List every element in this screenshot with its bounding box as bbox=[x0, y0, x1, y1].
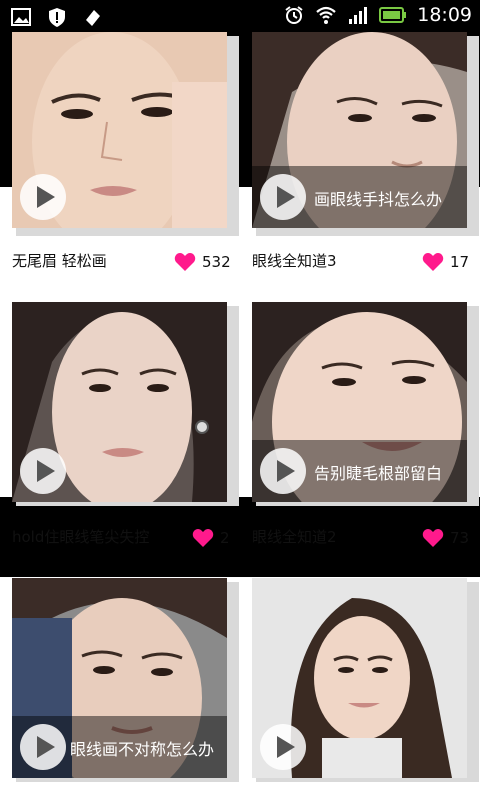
status-bar: 18:09 bbox=[0, 0, 480, 32]
alert-shield-icon bbox=[49, 8, 65, 27]
video-overlay-text: 告别睫毛根部留白 bbox=[314, 464, 443, 483]
video-feed[interactable]: 画眼线手抖怎么办 无尾眉 轻松画 532 眼线全知道3 17 告别睫毛根部留白 … bbox=[0, 32, 480, 800]
image-icon bbox=[11, 8, 31, 26]
video-title[interactable]: 无尾眉 轻松画 bbox=[12, 250, 107, 271]
video-title[interactable]: 眼线全知道2 bbox=[252, 526, 337, 547]
video-thumbnail[interactable] bbox=[12, 32, 227, 228]
status-time: 18:09 bbox=[417, 4, 472, 26]
like-count-value: 73 bbox=[450, 529, 470, 547]
play-button[interactable] bbox=[260, 724, 306, 770]
usb-debug-icon bbox=[86, 10, 100, 26]
signal-icon bbox=[349, 7, 368, 24]
video-title[interactable]: 眼线全知道3 bbox=[252, 250, 337, 271]
video-overlay-text: 画眼线手抖怎么办 bbox=[314, 190, 443, 209]
like-count-value: 2 bbox=[220, 529, 230, 547]
like-count-value: 17 bbox=[450, 253, 470, 271]
video-thumbnail[interactable]: 画眼线手抖怎么办 bbox=[252, 32, 467, 228]
video-overlay-text: 眼线画不对称怎么办 bbox=[70, 740, 215, 759]
play-button[interactable] bbox=[20, 448, 66, 494]
video-thumbnail[interactable]: 眼线画不对称怎么办 bbox=[12, 578, 227, 778]
heart-icon[interactable] bbox=[422, 252, 444, 272]
alarm-icon bbox=[285, 6, 303, 24]
heart-icon[interactable] bbox=[174, 252, 196, 272]
video-thumbnail[interactable]: 告别睫毛根部留白 bbox=[252, 302, 467, 502]
play-button[interactable] bbox=[260, 448, 306, 494]
like-count-value: 532 bbox=[202, 253, 231, 271]
like-count[interactable]: 73 bbox=[422, 528, 469, 548]
play-button[interactable] bbox=[260, 174, 306, 220]
video-thumbnail[interactable] bbox=[12, 302, 227, 502]
video-thumbnail[interactable] bbox=[252, 578, 467, 778]
battery-icon bbox=[379, 7, 407, 23]
wifi-icon bbox=[316, 6, 336, 24]
like-count[interactable]: 17 bbox=[422, 252, 469, 272]
play-button[interactable] bbox=[20, 724, 66, 770]
video-title[interactable]: hold住眼线笔尖失控 bbox=[12, 526, 149, 547]
heart-icon[interactable] bbox=[192, 528, 214, 548]
play-button[interactable] bbox=[20, 174, 66, 220]
like-count[interactable]: 2 bbox=[192, 528, 230, 548]
heart-icon[interactable] bbox=[422, 528, 444, 548]
like-count[interactable]: 532 bbox=[174, 252, 231, 272]
